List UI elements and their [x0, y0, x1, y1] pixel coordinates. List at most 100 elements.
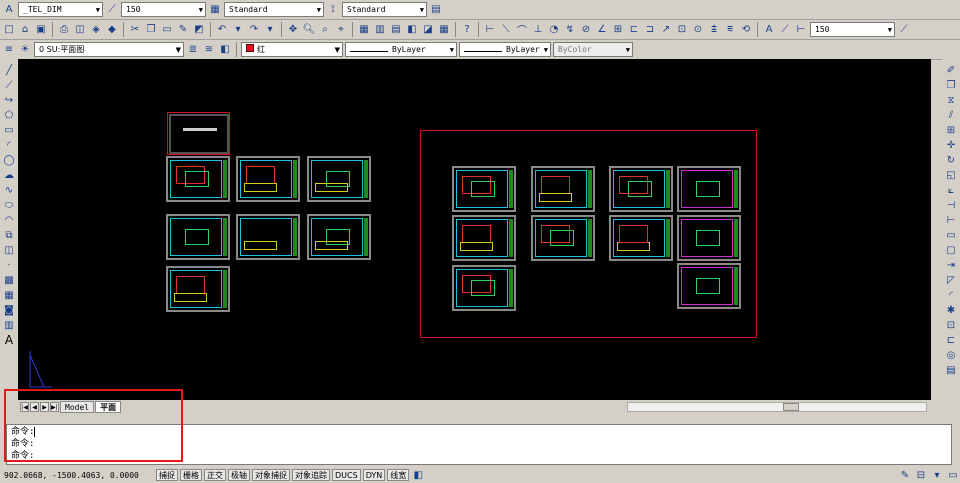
make-block-icon[interactable]: ◫ [2, 243, 16, 257]
save-icon[interactable]: ▣ [34, 23, 48, 37]
status-dyn[interactable]: DYN [362, 469, 386, 481]
dim-aligned-icon[interactable]: ⟍ [499, 23, 513, 37]
scale-dropdown[interactable]: 150 ▼ [121, 2, 206, 17]
3d-dwf-icon[interactable]: ◆ [105, 23, 119, 37]
bulb-icon[interactable]: ☀ [18, 43, 32, 57]
dim-diameter-icon[interactable]: ⊘ [579, 23, 593, 37]
clean-screen-icon[interactable]: ▭ [946, 468, 960, 482]
zoom-previous-icon[interactable]: ⌖ [334, 23, 348, 37]
match-properties-icon[interactable]: ✎ [176, 23, 190, 37]
design-center-icon[interactable]: ▥ [373, 23, 387, 37]
zoom-window-icon[interactable]: ⌕ [318, 23, 332, 37]
dim-edit-icon[interactable]: ⩲ [707, 23, 721, 37]
block-editor-icon[interactable]: ◩ [192, 23, 206, 37]
text-icon[interactable]: A [762, 23, 776, 37]
undo-icon[interactable]: ↶ [215, 23, 229, 37]
layer-states-icon[interactable]: ◧ [218, 43, 232, 57]
linetype-dropdown[interactable]: ByLayer ▼ [345, 42, 457, 57]
layer-dropdown[interactable]: 0 SU:平面图 ▼ [34, 42, 184, 57]
gradient-icon[interactable]: ▦ [2, 288, 16, 302]
dim-scale-dropdown[interactable]: 150 ▼ [810, 22, 895, 37]
offset-icon[interactable]: ⫽ [944, 108, 958, 122]
join-icon[interactable]: ⇥ [944, 258, 958, 272]
erase-icon[interactable]: ✐ [944, 63, 958, 77]
copy-clip-icon[interactable]: ❐ [144, 23, 158, 37]
publish-icon[interactable]: ◈ [89, 23, 103, 37]
extend-icon[interactable]: ⊢ [944, 213, 958, 227]
multileader-style-icon[interactable]: ⟟ [326, 3, 340, 17]
status-snap[interactable]: 捕捉 [156, 469, 178, 481]
scroll-thumb[interactable] [783, 403, 799, 411]
dim-ordinate-icon[interactable]: ⊥ [531, 23, 545, 37]
cut-icon[interactable]: ✂ [128, 23, 142, 37]
status-polar[interactable]: 极轴 [228, 469, 250, 481]
comm-center-icon[interactable]: ✎ [898, 468, 912, 482]
xline-icon[interactable]: ⟋ [2, 78, 16, 92]
rectangle-icon[interactable]: ▭ [2, 123, 16, 137]
move-icon[interactable]: ✛ [944, 138, 958, 152]
pline-icon[interactable]: ↪ [2, 93, 16, 107]
mirror-icon[interactable]: ⧖ [944, 93, 958, 107]
tolerance-icon[interactable]: ⊡ [675, 23, 689, 37]
trim-icon[interactable]: ⊣ [944, 198, 958, 212]
dim-style-icon[interactable]: ⟋ [105, 3, 119, 17]
quickcalc-icon[interactable]: ▦ [437, 23, 451, 37]
dim-override-icon[interactable]: ⊢ [794, 23, 808, 37]
dim-update-icon[interactable]: ⟲ [739, 23, 753, 37]
status-otrack[interactable]: 对象追踪 [292, 469, 330, 481]
scale-icon[interactable]: ◱ [944, 168, 958, 182]
lineweight-dropdown[interactable]: ByLayer ▼ [459, 42, 551, 57]
insert-block-icon[interactable]: ⧉ [2, 228, 16, 242]
layer-manager-icon[interactable]: ≡ [2, 43, 16, 57]
model-paper-icon[interactable]: ◧ [411, 468, 425, 482]
circle-icon[interactable]: ◯ [2, 153, 16, 167]
hatch-icon[interactable]: ▩ [2, 273, 16, 287]
textstyle-dropdown[interactable]: Standard ▼ [224, 2, 324, 17]
array-icon[interactable]: ⊞ [944, 123, 958, 137]
sheet-set-icon[interactable]: ◧ [405, 23, 419, 37]
status-ducs[interactable]: DUCS [332, 469, 361, 481]
qdim-icon[interactable]: ⊞ [611, 23, 625, 37]
line-icon[interactable]: ╱ [2, 63, 16, 77]
paste-icon[interactable]: ▭ [160, 23, 174, 37]
explode-icon[interactable]: ✱ [944, 303, 958, 317]
zoom-realtime-icon[interactable]: 🔍︎ [302, 23, 316, 37]
fillet-icon[interactable]: ◜ [944, 288, 958, 302]
status-lineweight[interactable]: 线宽 [387, 469, 410, 481]
dim-angular-icon[interactable]: ∠ [595, 23, 609, 37]
print-icon[interactable]: ⎙ [57, 23, 71, 37]
ellipse-icon[interactable]: ⬭ [2, 198, 16, 212]
tablestyle-dropdown[interactable]: Standard ▼ [342, 2, 427, 17]
osnap-icon[interactable]: ⊡ [944, 318, 958, 332]
pan-icon[interactable]: ✥ [286, 23, 300, 37]
color-dropdown[interactable]: 红 ▼ [241, 42, 343, 57]
make-layer-current-icon[interactable]: ≣ [186, 43, 200, 57]
tray-settings-icon[interactable]: ▾ [930, 468, 944, 482]
preview-icon[interactable]: ◫ [73, 23, 87, 37]
rotate-icon[interactable]: ↻ [944, 153, 958, 167]
polygon-icon[interactable]: ⬠ [2, 108, 16, 122]
dim-linear-icon[interactable]: ⊢ [483, 23, 497, 37]
dim-style-manager-icon[interactable]: ⟋ [897, 23, 911, 37]
ucs-icon[interactable]: ⊏ [944, 333, 958, 347]
horizontal-scrollbar[interactable] [627, 402, 927, 412]
dim-continue-icon[interactable]: ⊐ [643, 23, 657, 37]
mtext-icon[interactable]: A [2, 333, 16, 347]
text-style-icon[interactable]: A [2, 3, 16, 17]
properties-icon[interactable]: ▦ [357, 23, 371, 37]
open-icon[interactable]: ⌂ [18, 23, 32, 37]
dim-text-edit-icon[interactable]: ⩳ [723, 23, 737, 37]
dim-jogged-icon[interactable]: ↯ [563, 23, 577, 37]
copy-icon[interactable]: ❐ [944, 78, 958, 92]
revcloud-icon[interactable]: ☁ [2, 168, 16, 182]
drawing-canvas[interactable] [18, 59, 931, 400]
dim-radius-icon[interactable]: ◔ [547, 23, 561, 37]
dim-style-icon[interactable]: ⟋ [778, 23, 792, 37]
qleader-icon[interactable]: ↗ [659, 23, 673, 37]
status-ortho[interactable]: 正交 [204, 469, 226, 481]
tile-icon[interactable]: ▤ [944, 363, 958, 377]
status-grid[interactable]: 栅格 [180, 469, 202, 481]
redo-dropdown-icon[interactable]: ▾ [263, 23, 277, 37]
ellipse-arc-icon[interactable]: ◠ [2, 213, 16, 227]
center-mark-icon[interactable]: ⊙ [691, 23, 705, 37]
